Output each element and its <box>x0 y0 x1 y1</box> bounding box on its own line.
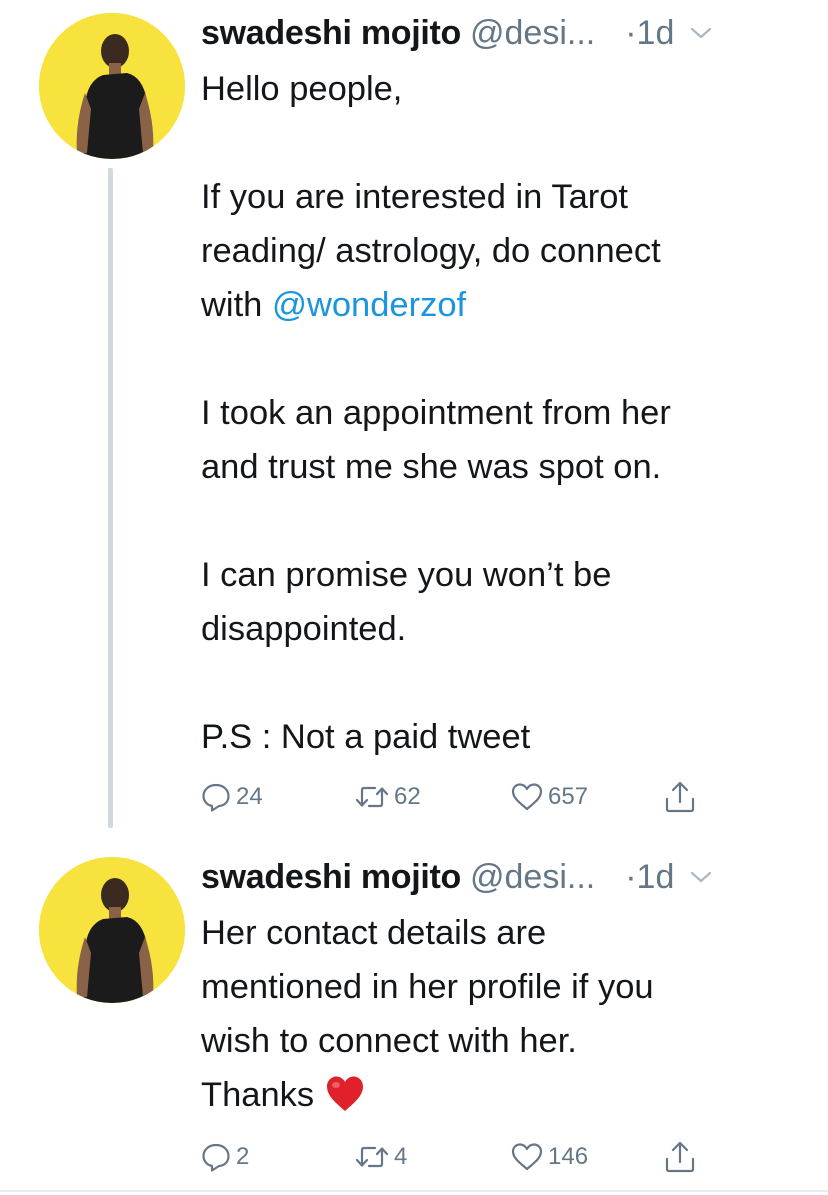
author-name[interactable]: swadeshi mojito <box>201 858 461 897</box>
tweet-2[interactable]: swadeshi mojito @desi... ·1d Her contact… <box>0 840 828 1190</box>
tweet-header: swadeshi mojito @desi... ·1d <box>201 11 798 55</box>
red-heart-emoji <box>326 1076 363 1111</box>
tweet-text: Her contact details are mentioned in her… <box>201 906 801 1122</box>
tweet-timestamp[interactable]: ·1d <box>625 14 674 53</box>
retweet-count: 62 <box>394 783 421 810</box>
text-fragment: with <box>201 286 272 324</box>
text-line: Her contact details are <box>201 914 547 952</box>
avatar-photo <box>39 857 185 1003</box>
text-line: wish to connect with her. <box>201 1022 577 1060</box>
reply-icon <box>202 1143 230 1172</box>
reply-button[interactable]: 24 <box>200 777 263 817</box>
like-button[interactable]: 657 <box>510 777 588 817</box>
mention-link[interactable]: @wonderzof <box>272 286 466 324</box>
reply-button[interactable]: 2 <box>200 1137 249 1177</box>
text-line: If you are interested in Tarot <box>201 178 629 216</box>
text-fragment: Thanks <box>201 1076 315 1114</box>
tweet-1[interactable]: swadeshi mojito @desi... ·1d Hello peopl… <box>0 0 828 840</box>
tweet-timestamp[interactable]: ·1d <box>625 858 674 897</box>
retweet-button[interactable]: 62 <box>354 777 421 817</box>
retweet-button[interactable]: 4 <box>354 1137 407 1177</box>
reply-count: 24 <box>236 783 263 810</box>
text-line: with @wonderzof <box>201 278 801 332</box>
avatar[interactable] <box>39 13 185 159</box>
avatar[interactable] <box>39 857 185 1003</box>
share-icon <box>665 1141 695 1173</box>
author-name[interactable]: swadeshi mojito <box>201 14 461 53</box>
tweet-actions: 2 4 146 <box>200 1137 720 1177</box>
reply-count: 2 <box>236 1143 250 1170</box>
retweet-icon <box>355 1146 389 1168</box>
share-icon <box>665 781 695 813</box>
thread-connector-line <box>108 168 113 828</box>
share-button[interactable] <box>664 777 700 817</box>
text-line: disappointed. <box>201 610 407 648</box>
text-line: I took an appointment from her <box>201 394 671 432</box>
like-button[interactable]: 146 <box>510 1137 588 1177</box>
text-line: reading/ astrology, do connect <box>201 232 661 270</box>
reply-icon <box>202 783 230 812</box>
like-count: 146 <box>548 1143 589 1170</box>
retweet-icon <box>355 786 389 808</box>
author-handle[interactable]: @desi... <box>470 858 595 897</box>
avatar-photo <box>39 13 185 159</box>
author-handle[interactable]: @desi... <box>470 14 595 53</box>
chevron-down-icon[interactable] <box>690 870 712 884</box>
like-count: 657 <box>548 783 589 810</box>
tweet-actions: 24 62 657 <box>200 777 720 817</box>
heart-outline-icon <box>511 783 543 811</box>
divider <box>0 1190 828 1192</box>
heart-outline-icon <box>511 1143 543 1171</box>
text-line: and trust me she was spot on. <box>201 448 662 486</box>
text-line: mentioned in her profile if you <box>201 968 654 1006</box>
share-button[interactable] <box>664 1137 700 1177</box>
text-line: I can promise you won’t be <box>201 556 612 594</box>
text-line: P.S : Not a paid tweet <box>201 718 531 756</box>
text-line: Thanks <box>201 1068 801 1122</box>
chevron-down-icon[interactable] <box>690 26 712 40</box>
tweet-text: Hello people, If you are interested in T… <box>201 62 801 764</box>
tweet-header: swadeshi mojito @desi... ·1d <box>201 855 798 899</box>
text-line: Hello people, <box>201 70 403 108</box>
retweet-count: 4 <box>394 1143 408 1170</box>
